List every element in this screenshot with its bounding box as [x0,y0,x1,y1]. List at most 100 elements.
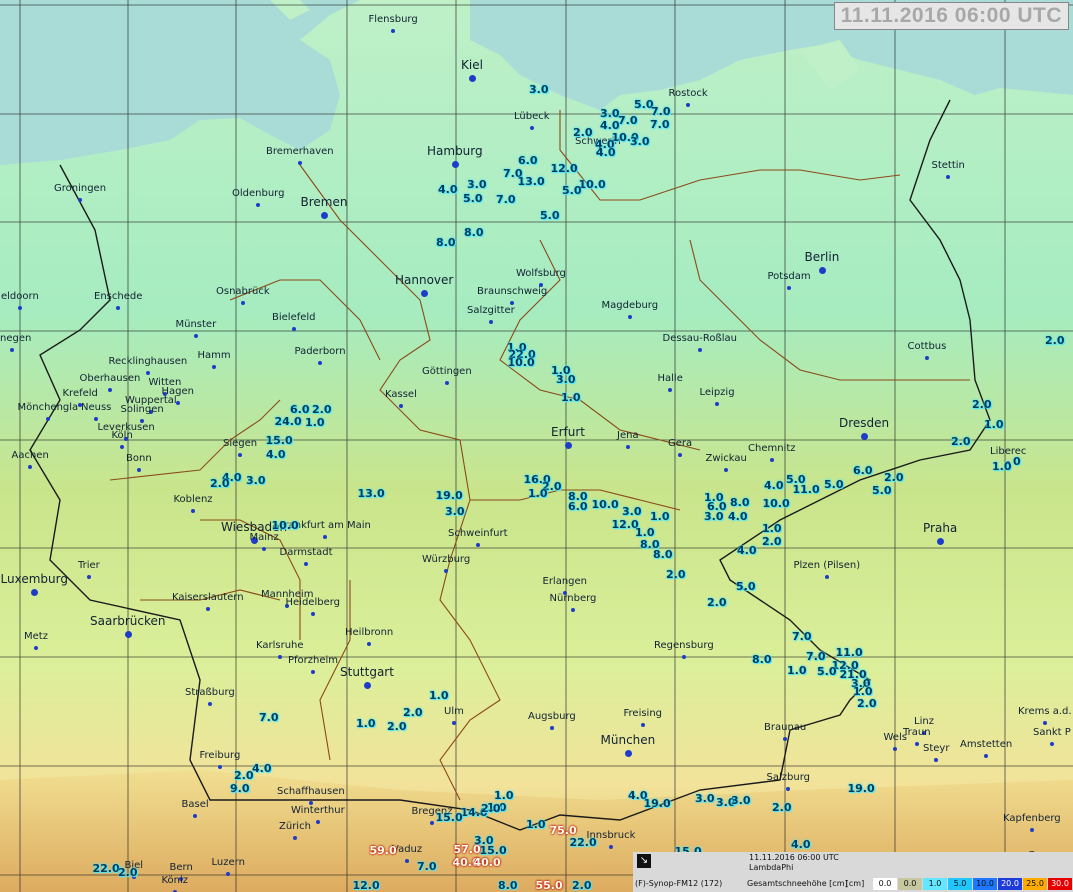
expand-icon[interactable]: ↘ [637,854,651,868]
terrain-background [0,0,1073,892]
snow-depth-value: 2.0 [573,126,593,139]
snow-depth-value: 9.0 [230,782,250,795]
city-marker [318,361,322,365]
snow-depth-value: 2.0 [707,596,727,609]
city-label: Saarbrücken [90,614,166,628]
city-marker [241,301,245,305]
city-marker [565,442,572,449]
snow-depth-value: 5.0 [562,184,582,197]
city-label: Heilbronn [345,627,394,638]
city-label: Stuttgart [340,665,394,679]
snow-depth-value: 1.0 [526,818,546,831]
city-label: München [600,733,656,747]
snow-depth-value: 5.0 [872,484,892,497]
city-label: Jena [617,430,639,441]
city-label: Augsburg [528,711,576,722]
city-label: Krems a.d. [1018,706,1072,717]
snow-depth-value: 2.0 [210,477,230,490]
city-marker [405,859,409,863]
city-marker [28,465,32,469]
city-label: Luzern [211,857,245,868]
city-marker [1050,742,1054,746]
snow-depth-value: 2.0 [951,435,971,448]
snow-depth-value: 40.0 [473,856,501,869]
city-label: Göttingen [422,366,472,377]
city-marker [476,543,480,547]
city-label: Osnabrück [216,286,270,297]
city-marker [819,267,826,274]
snow-depth-value: 5.0 [540,209,560,222]
city-label: Enschede [94,291,143,302]
snow-depth-value: 2.0 [1045,334,1065,347]
snow-depth-value: 59.0 [369,844,397,857]
city-marker [293,836,297,840]
city-label: Aachen [11,450,49,461]
city-label: Kaiserslautern [172,592,244,603]
snow-depth-value: 8.0 [436,236,456,249]
city-label: Freiburg [199,750,241,761]
city-marker [262,547,266,551]
snow-depth-value: 4.0 [596,146,616,159]
city-marker [146,371,150,375]
snow-depth-value: 3.0 [630,135,650,148]
snow-depth-value: 10.0 [507,356,535,369]
snow-depth-value: 8.0 [498,879,518,892]
city-marker [316,820,320,824]
city-label: Traun [903,727,931,738]
snow-depth-value: 2.0 [403,706,423,719]
city-label: Flensburg [368,14,418,25]
city-label: Kapfenberg [1003,813,1061,824]
city-marker [489,320,493,324]
snow-depth-value: 7.0 [650,118,670,131]
city-marker [31,589,38,596]
snow-depth-value: 4.0 [252,762,272,775]
city-label: Salzburg [766,772,810,783]
city-label: Bremerhaven [266,146,334,157]
snow-depth-value: 4.0 [791,838,811,851]
snow-depth-value: 3.0 [731,794,751,807]
city-label: Koblenz [173,494,213,505]
city-marker [787,286,791,290]
city-label: Amstetten [960,739,1013,750]
city-label: Wolfsburg [516,268,566,279]
footer-variable: Gesamtschneehöhe [cm] [747,879,848,888]
city-label: Neuss [81,402,112,413]
city-label: Praha [923,521,958,535]
snow-depth-value: 6.0 [853,464,873,477]
city-label: Basel [181,799,209,810]
city-marker [786,787,790,791]
city-label: Oldenburg [232,188,285,199]
legend-swatch: 20.0 [998,878,1022,890]
city-marker [256,203,260,207]
city-label: Straßburg [185,687,235,698]
snow-depth-value: 7.0 [618,114,638,127]
snow-depth-value: 1.0 [992,460,1012,473]
city-marker [212,365,216,369]
city-marker [18,306,22,310]
city-marker [108,388,112,392]
city-marker [682,655,686,659]
city-marker [469,75,476,82]
snow-depth-value: 3.0 [445,505,465,518]
city-label: Magdeburg [601,300,659,311]
snow-depth-value: 10.0 [578,178,606,191]
city-label: Schweinfurt [448,528,508,539]
snow-depth-value: 19.0 [435,489,463,502]
snow-depth-value: 7.0 [651,105,671,118]
legend-swatch: 10.0 [973,878,997,890]
snow-depth-value: 11.0 [835,646,863,659]
city-label: Leipzig [699,387,735,398]
timestamp-header: 11.11.2016 06:00 UTC [833,2,1069,30]
city-label: Bremen [300,195,348,209]
city-label: Paderborn [294,346,346,357]
legend-swatch: 0.0 [898,878,922,890]
city-marker [925,356,929,360]
city-label: Nürnberg [549,593,597,604]
city-marker [770,458,774,462]
snow-depth-value: 15.0 [265,434,293,447]
city-label: Mönchengla [17,402,79,413]
city-marker [226,872,230,876]
city-label: Linz [914,716,934,727]
city-label: Solingen [120,404,164,415]
city-marker [292,327,296,331]
